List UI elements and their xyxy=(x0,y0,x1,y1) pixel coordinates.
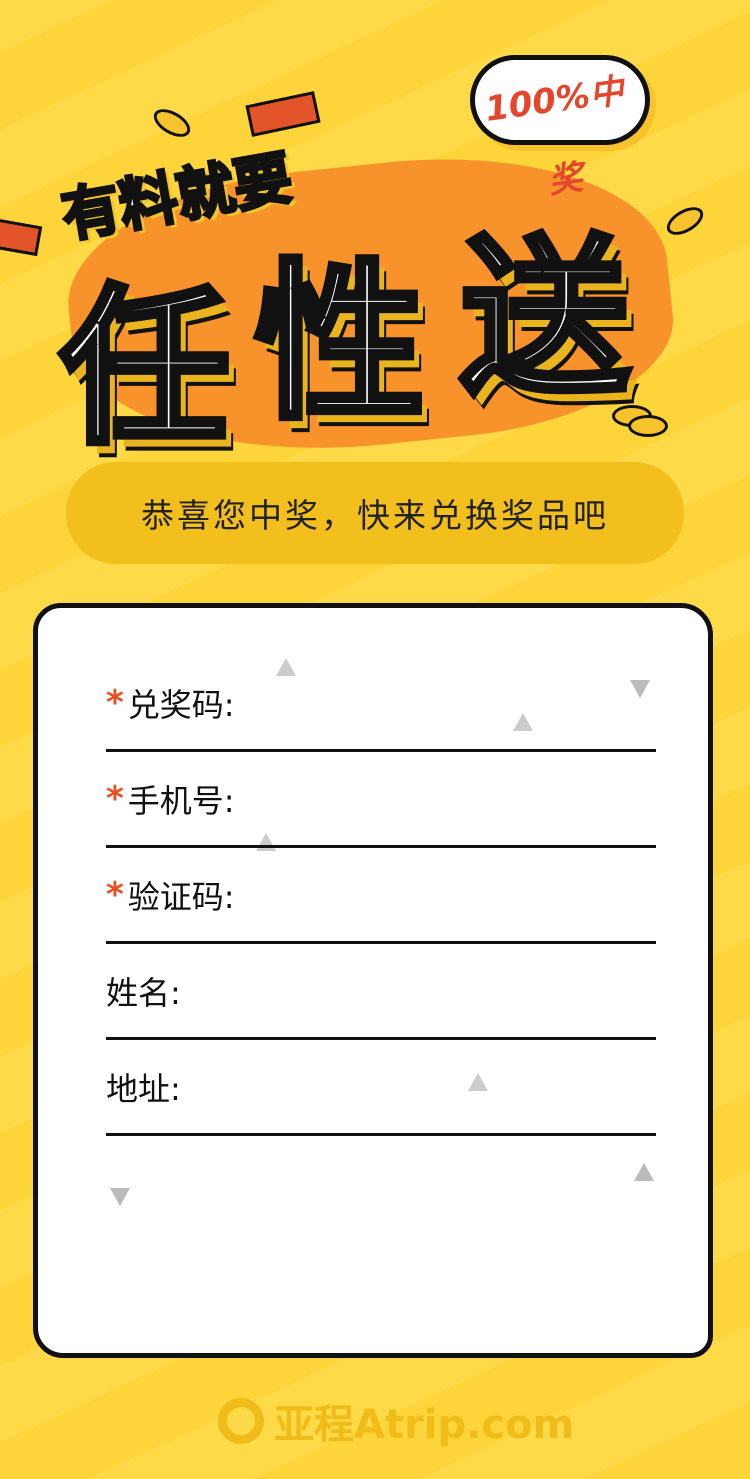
triangle-decoration xyxy=(634,1163,654,1181)
name-input[interactable] xyxy=(180,965,656,1016)
hero-title-char: 任 xyxy=(57,267,233,471)
required-mark: * xyxy=(106,778,124,819)
phone-input[interactable] xyxy=(234,773,656,824)
required-mark: * xyxy=(106,874,124,915)
congrats-text: 恭喜您中奖，快来兑换奖品吧 xyxy=(141,496,609,535)
redeem-code-field: * 兑奖码: xyxy=(106,656,656,752)
address-field: 地址: xyxy=(106,1040,656,1136)
footer-logo: 亚程Atrip.com xyxy=(218,1392,574,1450)
badge-text: 100%中奖 xyxy=(482,70,627,202)
redeem-code-input[interactable] xyxy=(234,677,656,728)
chat-bubble-bird-icon xyxy=(218,1398,264,1444)
coin-icon xyxy=(628,415,668,437)
address-input[interactable] xyxy=(180,1061,656,1112)
field-label: 姓名: xyxy=(106,973,181,1012)
triangle-decoration xyxy=(110,1188,130,1206)
badge-cloud: 100%中奖 xyxy=(470,55,650,202)
field-label: 手机号: xyxy=(127,781,235,820)
verification-code-input[interactable] xyxy=(234,869,656,920)
required-mark: * xyxy=(106,682,124,723)
hero-banner: 有料就要 任 性 送 100%中奖 xyxy=(0,0,750,476)
coin-icon xyxy=(149,103,195,143)
redeem-form: * 兑奖码: * 手机号: * 验证码: 姓名: 地址: xyxy=(33,603,713,1358)
field-label: 兑奖码: xyxy=(127,685,235,724)
hero-title-char: 性 xyxy=(252,242,428,446)
phone-field: * 手机号: xyxy=(106,752,656,848)
name-field: 姓名: xyxy=(106,944,656,1040)
congrats-banner: 恭喜您中奖，快来兑换奖品吧 xyxy=(66,462,684,564)
red-envelope-icon xyxy=(0,217,43,257)
field-label: 地址: xyxy=(106,1069,181,1108)
field-label: 验证码: xyxy=(127,877,235,916)
logo-text: 亚程Atrip.com xyxy=(274,1402,575,1448)
verification-code-field: * 验证码: xyxy=(106,848,656,944)
coin-icon xyxy=(662,201,708,241)
